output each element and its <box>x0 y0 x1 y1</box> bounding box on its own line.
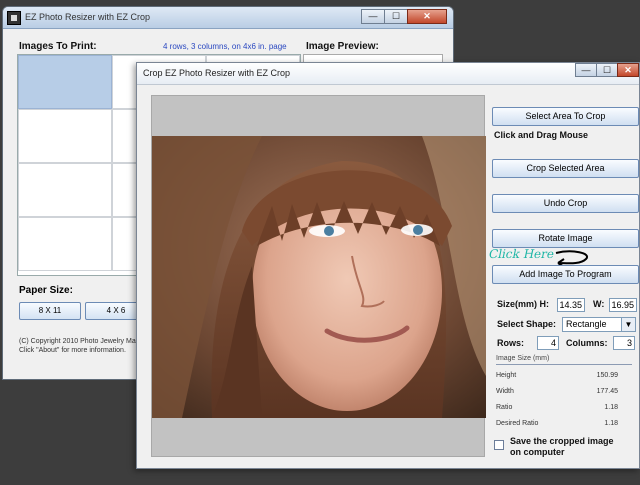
minimize-button[interactable]: — <box>361 9 385 24</box>
columns-field[interactable]: 3 <box>613 336 635 350</box>
crop-close-button[interactable]: ✕ <box>617 63 639 77</box>
main-window-title: EZ Photo Resizer with EZ Crop <box>25 12 151 22</box>
select-area-button[interactable]: Select Area To Crop <box>492 107 639 126</box>
size-h-label: Size(mm) H: <box>497 299 550 309</box>
paper-8x11-button[interactable]: 8 X 11 <box>19 302 81 320</box>
crop-window-titlebar[interactable]: Crop EZ Photo Resizer with EZ Crop — ☐ ✕ <box>137 63 639 85</box>
click-here-annotation: Click Here <box>487 247 556 261</box>
crop-minimize-button[interactable]: — <box>575 63 597 77</box>
copyright-text: (C) Copyright 2010 Photo Jewelry Ma Clic… <box>19 337 144 355</box>
portrait-illustration <box>152 136 486 418</box>
desired-ratio-row: Desired Ratio 1.18 <box>496 420 618 427</box>
shape-select[interactable]: Rectangle ▼ <box>562 317 636 332</box>
undo-crop-button[interactable]: Undo Crop <box>492 194 639 213</box>
copyright-line: (C) Copyright 2010 Photo Jewelry Ma <box>19 338 136 345</box>
grid-cell[interactable] <box>18 163 112 217</box>
close-button[interactable]: ✕ <box>407 9 447 24</box>
app-icon <box>7 11 21 25</box>
columns-label: Columns: <box>566 338 608 348</box>
desired-ratio-value: 1.18 <box>604 420 618 427</box>
grid-cell[interactable] <box>18 109 112 163</box>
paper-size-label: Paper Size: <box>19 285 73 296</box>
size-h-field[interactable]: 14.35 <box>557 298 585 312</box>
height-label: Height <box>496 372 517 379</box>
crop-maximize-button[interactable]: ☐ <box>596 63 618 77</box>
height-value: 150.99 <box>596 372 618 379</box>
about-hint-line: Click "About" for more information. <box>19 347 126 354</box>
portrait-photo[interactable] <box>152 136 486 418</box>
ratio-label: Ratio <box>496 404 513 411</box>
images-to-print-label: Images To Print: <box>19 41 97 52</box>
maximize-button[interactable]: ☐ <box>384 9 408 24</box>
crop-window: Crop EZ Photo Resizer with EZ Crop — ☐ ✕ <box>136 62 640 469</box>
image-size-title: Image Size (mm) <box>496 355 632 365</box>
grid-cell[interactable] <box>18 55 112 109</box>
ratio-value: 1.18 <box>604 404 618 411</box>
width-label: Width <box>496 388 514 395</box>
save-cropped-checkbox[interactable] <box>494 440 504 450</box>
ratio-row: Ratio 1.18 <box>496 404 618 411</box>
chevron-down-icon[interactable]: ▼ <box>621 318 635 331</box>
size-w-label: W: <box>593 299 605 309</box>
rows-label: Rows: <box>497 338 524 348</box>
shape-label: Select Shape: <box>497 319 557 329</box>
main-window-titlebar[interactable]: EZ Photo Resizer with EZ Crop — ☐ ✕ <box>3 7 453 29</box>
grid-cell[interactable] <box>18 217 112 271</box>
rows-field[interactable]: 4 <box>537 336 559 350</box>
rotate-image-button[interactable]: Rotate Image <box>492 229 639 248</box>
add-image-button[interactable]: Add Image To Program <box>492 265 639 284</box>
crop-window-title: Crop EZ Photo Resizer with EZ Crop <box>143 68 291 78</box>
size-w-field[interactable]: 16.95 <box>609 298 637 312</box>
height-row: Height 150.99 <box>496 372 618 379</box>
image-preview-label: Image Preview: <box>306 41 379 52</box>
drag-hint: Click and Drag Mouse <box>494 130 589 140</box>
width-row: Width 177.45 <box>496 388 618 395</box>
main-window-controls: — ☐ ✕ <box>361 9 447 24</box>
crop-window-controls: — ☐ ✕ <box>575 63 639 77</box>
layout-info-link[interactable]: 4 rows, 3 columns, on 4x6 in. page <box>163 42 287 51</box>
crop-selected-button[interactable]: Crop Selected Area <box>492 159 639 178</box>
width-value: 177.45 <box>596 388 618 395</box>
shape-select-value: Rectangle <box>566 319 607 329</box>
crop-image-panel[interactable] <box>151 95 486 457</box>
desired-ratio-label: Desired Ratio <box>496 420 539 427</box>
save-cropped-label[interactable]: Save the cropped image on computer <box>510 436 620 458</box>
